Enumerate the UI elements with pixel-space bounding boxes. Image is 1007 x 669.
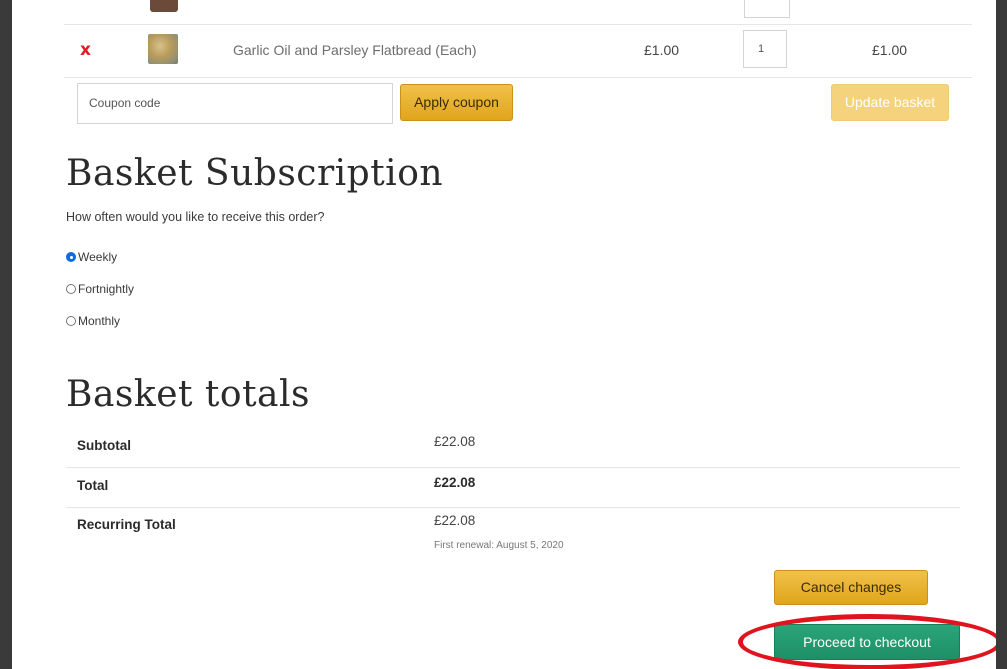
coupon-code-input[interactable]: Coupon code [77, 83, 393, 124]
total-value: £22.08 [434, 475, 476, 490]
frequency-option-label: Weekly [78, 250, 118, 264]
frequency-option-label: Monthly [78, 314, 121, 328]
product-name-link[interactable]: Garlic Oil and Parsley Flatbread (Each) [233, 40, 477, 60]
cart-row: x Garlic Oil and Parsley Flatbread (Each… [64, 24, 972, 78]
subtotal-label: Subtotal [77, 438, 131, 453]
subscription-heading: Basket Subscription [66, 153, 444, 194]
apply-coupon-button[interactable]: Apply coupon [400, 84, 513, 121]
remove-item-icon[interactable]: x [80, 40, 91, 60]
frequency-option-monthly[interactable]: Monthly [66, 313, 120, 329]
radio-checked-icon[interactable] [66, 252, 76, 262]
quantity-input[interactable]: 1 [743, 30, 787, 68]
frequency-option-label: Fortnightly [78, 282, 135, 296]
recurring-total-value: £22.08 [434, 513, 476, 528]
product-subtotal: £1.00 [872, 42, 908, 58]
recurring-total-label: Recurring Total [77, 517, 176, 532]
basket-totals-heading: Basket totals [66, 374, 310, 415]
radio-unchecked-icon[interactable] [66, 316, 76, 326]
subscription-question: How often would you like to receive this… [66, 210, 325, 224]
frequency-option-weekly[interactable]: Weekly [66, 249, 117, 265]
cart-page: x Garlic Oil and Parsley Flatbread (Each… [12, 0, 996, 669]
product-price: £1.00 [644, 42, 680, 58]
first-renewal-date: First renewal: August 5, 2020 [434, 540, 564, 551]
total-row: Total £22.08 [66, 467, 960, 508]
cancel-changes-button[interactable]: Cancel changes [774, 570, 928, 605]
radio-unchecked-icon[interactable] [66, 284, 76, 294]
update-basket-button[interactable]: Update basket [831, 84, 949, 121]
quantity-input[interactable] [744, 0, 790, 18]
subtotal-row: Subtotal £22.08 [66, 426, 960, 468]
proceed-to-checkout-button[interactable]: Proceed to checkout [774, 624, 960, 660]
product-thumbnail[interactable] [150, 0, 178, 12]
previous-cart-row [64, 0, 972, 25]
frequency-option-fortnightly[interactable]: Fortnightly [66, 281, 134, 297]
product-thumbnail[interactable] [148, 34, 178, 64]
total-label: Total [77, 478, 109, 493]
recurring-total-row: Recurring Total £22.08 First renewal: Au… [66, 507, 960, 562]
subtotal-value: £22.08 [434, 434, 476, 449]
